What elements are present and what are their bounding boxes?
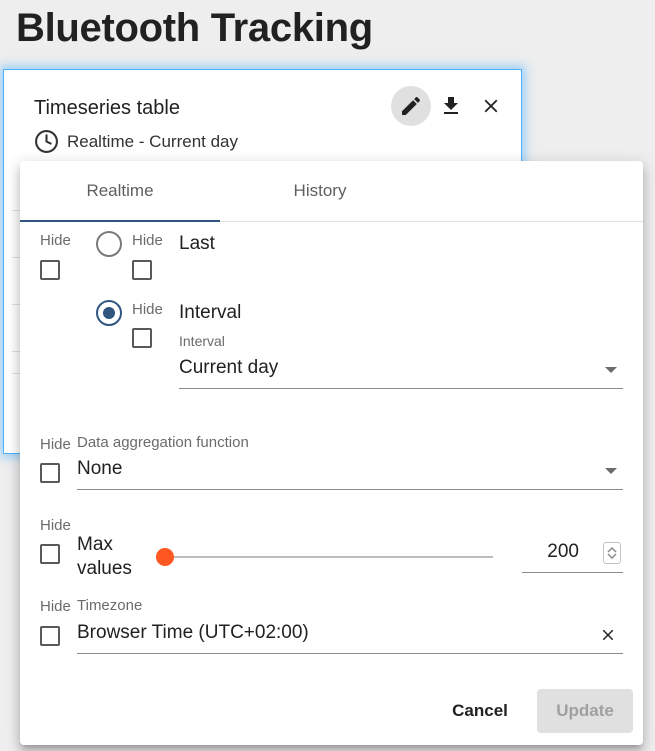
interval-radio[interactable]: [96, 300, 122, 326]
interval-select[interactable]: Current day: [179, 355, 623, 389]
hide-label: Hide: [132, 301, 163, 318]
cancel-button[interactable]: Cancel: [438, 689, 522, 733]
widget-timewindow-label: Realtime - Current day: [67, 131, 239, 151]
page-title: Bluetooth Tracking: [16, 6, 373, 50]
download-icon: [444, 97, 458, 114]
tab-realtime[interactable]: Realtime: [20, 161, 220, 222]
widget-title: Timeseries table: [34, 97, 180, 119]
aggregation-select-value: None: [77, 458, 123, 479]
close-icon: [484, 99, 498, 113]
aggregation-select[interactable]: None: [77, 456, 623, 490]
number-stepper[interactable]: [603, 542, 621, 564]
hide-label: Hide: [132, 232, 163, 249]
hide-last-checkbox[interactable]: [132, 260, 152, 280]
timezone-input-value: Browser Time (UTC+02:00): [77, 622, 309, 643]
update-button[interactable]: Update: [537, 689, 633, 733]
hide-interval-checkbox[interactable]: [132, 328, 152, 348]
clear-icon[interactable]: [599, 626, 617, 644]
chevron-down-icon: [607, 553, 617, 560]
max-values-slider-track[interactable]: [165, 556, 493, 558]
chevron-down-icon: [605, 367, 617, 373]
hide-label: Hide: [40, 232, 71, 249]
hide-max-values-checkbox[interactable]: [40, 544, 60, 564]
interval-field-label: Interval: [179, 333, 225, 349]
timezone-field-label: Timezone: [77, 597, 143, 614]
tab-history[interactable]: History: [220, 161, 420, 221]
hide-aggregation-checkbox[interactable]: [40, 463, 60, 483]
timewindow-panel: Realtime History Hide Hide Last Hide Int…: [20, 161, 643, 745]
interval-select-value: Current day: [179, 357, 279, 378]
hide-realtime-checkbox[interactable]: [40, 260, 60, 280]
hide-timezone-checkbox[interactable]: [40, 626, 60, 646]
max-values-slider-thumb[interactable]: [156, 548, 174, 566]
edit-icon: [402, 96, 421, 115]
max-values-label-line2: values: [77, 558, 132, 579]
hide-label: Hide: [40, 598, 71, 615]
max-values-input[interactable]: 200: [522, 536, 623, 573]
interval-label: Interval: [179, 302, 242, 323]
clock-icon: [35, 130, 58, 153]
timewindow-tabs: Realtime History: [20, 161, 643, 222]
edit-button[interactable]: [391, 86, 431, 126]
close-widget-button[interactable]: [471, 86, 511, 126]
max-values-label: Max values: [77, 533, 132, 581]
hide-label: Hide: [40, 517, 71, 534]
timezone-input[interactable]: Browser Time (UTC+02:00): [77, 619, 623, 654]
chevron-down-icon: [605, 468, 617, 474]
hide-label: Hide: [40, 436, 71, 453]
widget-timewindow-summary[interactable]: Realtime - Current day: [34, 129, 238, 154]
max-values-label-line1: Max: [77, 534, 113, 555]
aggregation-field-label: Data aggregation function: [77, 434, 249, 451]
max-values-input-value: 200: [547, 541, 579, 562]
last-radio[interactable]: [96, 231, 122, 257]
last-label: Last: [179, 233, 215, 254]
download-button[interactable]: [431, 86, 471, 126]
chevron-up-icon: [607, 546, 617, 553]
